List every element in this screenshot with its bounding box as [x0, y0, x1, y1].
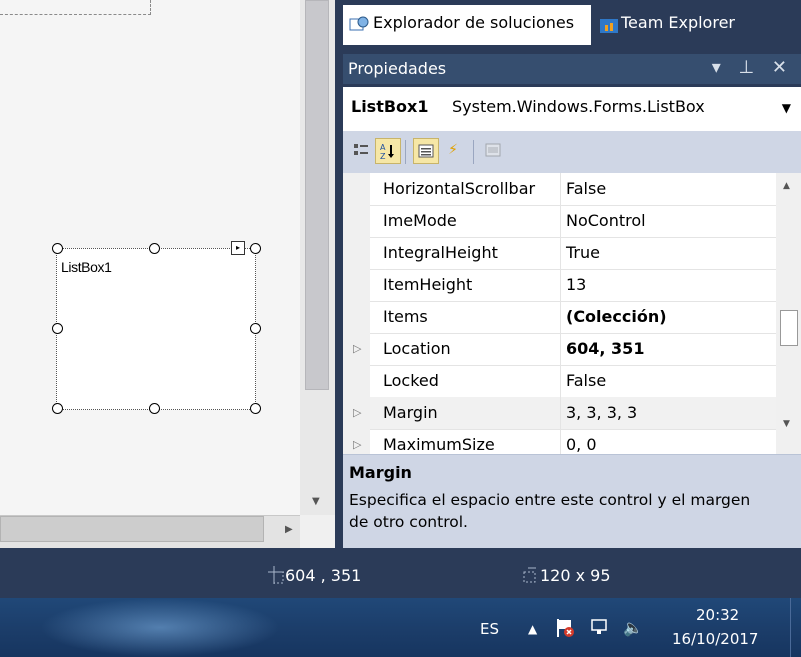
property-row[interactable]: Locked False — [370, 365, 798, 398]
property-value[interactable]: False — [566, 371, 606, 390]
property-value[interactable]: 13 — [566, 275, 586, 294]
designer-horizontal-scrollbar[interactable]: ▶ — [0, 515, 300, 549]
alphabetical-icon[interactable]: AZ — [375, 138, 401, 164]
network-icon[interactable] — [590, 618, 610, 640]
form-designer-surface[interactable]: ListBox1 ▸ — [0, 0, 300, 548]
windows-taskbar: ES ▲ 🔈 20:32 16/10/2017 — [0, 598, 801, 657]
toolbar-separator — [405, 140, 406, 164]
resize-handle-bottom-right[interactable] — [250, 403, 261, 414]
svg-text:Z: Z — [380, 152, 386, 160]
tab-team-explorer-label: Team Explorer — [621, 13, 735, 32]
categorized-icon[interactable] — [349, 138, 373, 162]
listbox-label: ListBox1 — [61, 259, 112, 275]
show-desktop-button[interactable] — [790, 598, 801, 657]
scroll-right-arrow-icon[interactable]: ▶ — [285, 524, 293, 535]
team-explorer-icon — [599, 17, 619, 35]
property-row[interactable]: ImeMode NoControl — [370, 205, 798, 238]
property-name: MaximumSize — [383, 435, 495, 454]
description-panel: Margin Especifica el espacio entre este … — [343, 454, 801, 549]
property-row[interactable]: HorizontalScrollbar False — [370, 173, 798, 206]
property-row[interactable]: IntegralHeight True — [370, 237, 798, 270]
property-value[interactable]: 3, 3, 3, 3 — [566, 403, 637, 422]
property-name: IntegralHeight — [383, 243, 498, 262]
status-bar: 604 , 351 120 x 95 — [0, 548, 801, 598]
tab-solution-explorer-label: Explorador de soluciones — [373, 13, 575, 32]
resize-handle-top[interactable] — [149, 243, 160, 254]
property-name: HorizontalScrollbar — [383, 179, 536, 198]
expand-arrow-icon[interactable]: ▷ — [353, 342, 361, 355]
tab-solution-explorer[interactable]: Explorador de soluciones — [343, 5, 591, 45]
events-icon[interactable]: ⚡ — [441, 138, 465, 162]
expand-arrow-icon[interactable]: ▷ — [353, 438, 361, 451]
location-icon — [268, 566, 284, 584]
property-grid-scroll-thumb[interactable] — [780, 310, 798, 346]
clock-time[interactable]: 20:32 — [696, 606, 739, 624]
properties-title-bar: Propiedades ▾ ⊥ ✕ — [343, 54, 801, 84]
property-name: Locked — [383, 371, 439, 390]
scroll-up-arrow-icon[interactable]: ▲ — [783, 181, 790, 191]
properties-title: Propiedades — [348, 59, 447, 78]
object-type: System.Windows.Forms.ListBox — [452, 97, 705, 116]
resize-handle-right[interactable] — [250, 323, 261, 334]
property-row[interactable]: ▷ Location 604, 351 — [353, 333, 798, 366]
property-name: Margin — [383, 403, 438, 422]
volume-icon[interactable]: 🔈 — [623, 618, 643, 637]
resize-handle-bottom-left[interactable] — [52, 403, 63, 414]
toolbar-separator — [473, 140, 474, 164]
status-size: 120 x 95 — [540, 566, 611, 585]
properties-toolbar: AZ ⚡ — [343, 131, 801, 173]
size-icon — [522, 566, 538, 584]
property-name: ItemHeight — [383, 275, 473, 294]
tab-team-explorer[interactable]: Team Explorer — [593, 5, 801, 45]
property-row-selected[interactable]: ▷ Margin 3, 3, 3, 3 — [353, 397, 798, 430]
property-value[interactable]: True — [566, 243, 600, 262]
pane-splitter[interactable] — [335, 0, 343, 548]
dropdown-arrow-icon[interactable]: ▼ — [782, 101, 791, 115]
window-controls[interactable]: ▾ ⊥ ✕ — [712, 57, 793, 78]
description-title: Margin — [349, 463, 412, 482]
property-pages-icon[interactable] — [481, 138, 505, 162]
smart-tag-icon[interactable]: ▸ — [231, 241, 245, 255]
property-name: ImeMode — [383, 211, 457, 230]
property-name: Location — [383, 339, 451, 358]
expand-arrow-icon[interactable]: ▷ — [353, 406, 361, 419]
property-value[interactable]: NoControl — [566, 211, 646, 230]
property-value[interactable]: False — [566, 179, 606, 198]
property-row[interactable]: ▷ MaximumSize 0, 0 — [353, 429, 798, 454]
resize-handle-left[interactable] — [52, 323, 63, 334]
object-name: ListBox1 — [351, 97, 429, 116]
property-row[interactable]: Items (Colección) — [370, 301, 798, 334]
clock-date[interactable]: 16/10/2017 — [672, 630, 758, 648]
vertical-scroll-thumb[interactable] — [305, 0, 329, 390]
scroll-corner — [300, 515, 335, 548]
properties-view-icon[interactable] — [413, 138, 439, 164]
listbox-control[interactable]: ListBox1 — [56, 248, 256, 410]
language-indicator[interactable]: ES — [480, 620, 499, 638]
status-location: 604 , 351 — [285, 566, 362, 585]
action-center-flag-icon[interactable] — [555, 618, 575, 643]
scroll-down-arrow-icon[interactable]: ▼ — [783, 419, 790, 429]
property-row[interactable]: ItemHeight 13 — [370, 269, 798, 302]
resize-handle-top-right[interactable] — [250, 243, 261, 254]
show-hidden-icons-icon[interactable]: ▲ — [528, 622, 537, 636]
property-value[interactable]: (Colección) — [566, 307, 667, 326]
property-value[interactable]: 604, 351 — [566, 339, 644, 358]
property-value[interactable]: 0, 0 — [566, 435, 597, 454]
property-grid-scrollbar[interactable]: ▲ ▼ — [776, 173, 801, 454]
description-text: Especifica el espacio entre este control… — [349, 491, 751, 531]
property-grid[interactable]: HorizontalScrollbar False ImeMode NoContro… — [343, 173, 801, 454]
designer-vertical-scrollbar[interactable]: ▼ — [300, 0, 335, 515]
object-selector[interactable]: ListBox1 System.Windows.Forms.ListBox ▼ — [343, 87, 801, 132]
form-boundary — [0, 0, 151, 15]
resize-handle-bottom[interactable] — [149, 403, 160, 414]
svg-text:A: A — [380, 143, 386, 152]
solution-explorer-icon — [349, 15, 369, 33]
resize-handle-top-left[interactable] — [52, 243, 63, 254]
tool-window-tabs: Explorador de soluciones Team Explorer — [343, 0, 801, 45]
taskbar-highlight — [40, 598, 280, 657]
property-name: Items — [383, 307, 428, 326]
horizontal-scroll-thumb[interactable] — [0, 516, 264, 542]
scroll-down-arrow-icon[interactable]: ▼ — [312, 496, 320, 507]
